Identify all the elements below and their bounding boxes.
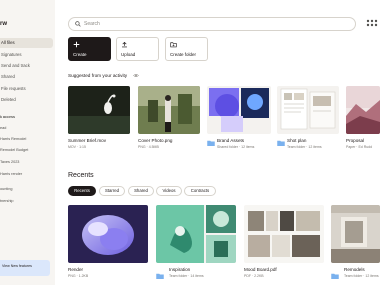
card-meta: Team folder · 12 items: [344, 274, 379, 278]
sidebar-item-label: Send and track: [1, 63, 30, 68]
folder-thumbnail: [277, 86, 339, 134]
sidebar-item-label: File requests: [1, 86, 26, 91]
create-folder-button[interactable]: Create folder: [165, 37, 208, 61]
folder-icon: [331, 273, 339, 279]
card-meta: Paper · Ed Rudd: [346, 145, 373, 149]
sidebar: rw All files Signatures Send and track S…: [0, 0, 55, 285]
create-label: Create: [73, 52, 87, 57]
card-title: Cover Photo.png: [138, 138, 173, 143]
app-logo[interactable]: rw: [0, 21, 7, 27]
apps-grid-icon[interactable]: [365, 18, 379, 30]
folder-thumbnail: [156, 205, 236, 263]
video-thumbnail: [68, 86, 130, 134]
card-title: Mood Board.pdf: [244, 267, 277, 272]
card-meta: PNG · 4.5MB: [138, 145, 159, 149]
sidebar-item-label: All files: [1, 40, 15, 45]
tab-contracts[interactable]: Contracts: [184, 186, 216, 196]
folder-thumbnail: [207, 86, 271, 134]
promo-banner[interactable]: View New features: [0, 260, 50, 276]
sidebar-extra-item[interactable]: tnership: [0, 199, 14, 203]
sidebar-starred-item[interactable]: Harris Remodel: [0, 137, 26, 141]
upload-icon: [122, 41, 127, 48]
card-title: Summer Brief.mov: [68, 138, 107, 143]
sidebar-item-signatures[interactable]: Signatures: [0, 50, 53, 60]
sidebar-item-label: Shared: [1, 74, 15, 79]
card-title: Remodels: [344, 267, 365, 272]
folder-icon: [207, 140, 215, 146]
tab-starred[interactable]: Starred: [99, 186, 125, 196]
card-title: Shot plan: [287, 138, 307, 143]
sidebar-item-shared[interactable]: Shared: [0, 72, 53, 82]
sidebar-item-label: Deleted: [1, 97, 16, 102]
card-meta: MOV · 1:15: [68, 145, 86, 149]
sidebar-section-quick-access: k access: [0, 115, 15, 119]
sidebar-item-deleted[interactable]: Deleted: [0, 95, 53, 105]
folder-icon: [277, 140, 285, 146]
sidebar-starred-item[interactable]: ead: [0, 126, 6, 130]
upload-label: Upload: [121, 52, 136, 57]
sidebar-item-label: Signatures: [1, 52, 22, 57]
folder-plus-icon: [170, 42, 177, 48]
card-title: Render: [68, 267, 84, 272]
card-meta: PNG · 1.2KB: [68, 274, 89, 278]
sidebar-item-send-and-track[interactable]: Send and track: [0, 61, 53, 71]
image-thumbnail: [138, 86, 200, 134]
tab-shared[interactable]: Shared: [128, 186, 154, 196]
folder-icon: [156, 273, 164, 279]
folder-thumbnail: [331, 205, 380, 263]
document-thumbnail: [346, 86, 380, 134]
search-bar[interactable]: Search: [68, 17, 356, 31]
card-title: Inspiration: [169, 267, 191, 272]
card-title: Brand Assets: [217, 138, 245, 143]
tab-videos[interactable]: Videos: [156, 186, 182, 196]
sidebar-item-all-files[interactable]: All files: [0, 38, 53, 48]
card-meta: Shared folder · 12 items: [217, 145, 255, 149]
create-folder-label: Create folder: [170, 52, 197, 57]
card-meta: Team folder · 12 items: [287, 145, 322, 149]
card-meta: Team folder · 14 items: [169, 274, 204, 278]
search-icon: [75, 21, 81, 27]
image-thumbnail: [68, 205, 148, 263]
upload-button[interactable]: Upload: [116, 37, 159, 61]
card-title: Proposal: [346, 138, 365, 143]
suggested-heading: Suggested from your activity: [68, 73, 128, 78]
sidebar-item-file-requests[interactable]: File requests: [0, 84, 53, 94]
create-button[interactable]: Create: [68, 37, 111, 61]
document-thumbnail: [244, 205, 324, 263]
search-input[interactable]: Search: [84, 21, 100, 27]
promo-text: View New features: [2, 264, 32, 268]
plus-icon: [73, 41, 80, 48]
sidebar-extra-item[interactable]: ounting: [0, 187, 12, 191]
card-meta: PDF · 2.2KB: [244, 274, 264, 278]
eye-icon[interactable]: [133, 73, 139, 78]
tab-recents[interactable]: Recents: [68, 186, 96, 196]
sidebar-starred-item[interactable]: Taxes 2023: [0, 160, 19, 164]
recents-title: Recents: [68, 172, 94, 179]
sidebar-starred-item[interactable]: Harris render: [0, 172, 22, 176]
sidebar-starred-item[interactable]: Remodel Budget: [0, 148, 28, 152]
